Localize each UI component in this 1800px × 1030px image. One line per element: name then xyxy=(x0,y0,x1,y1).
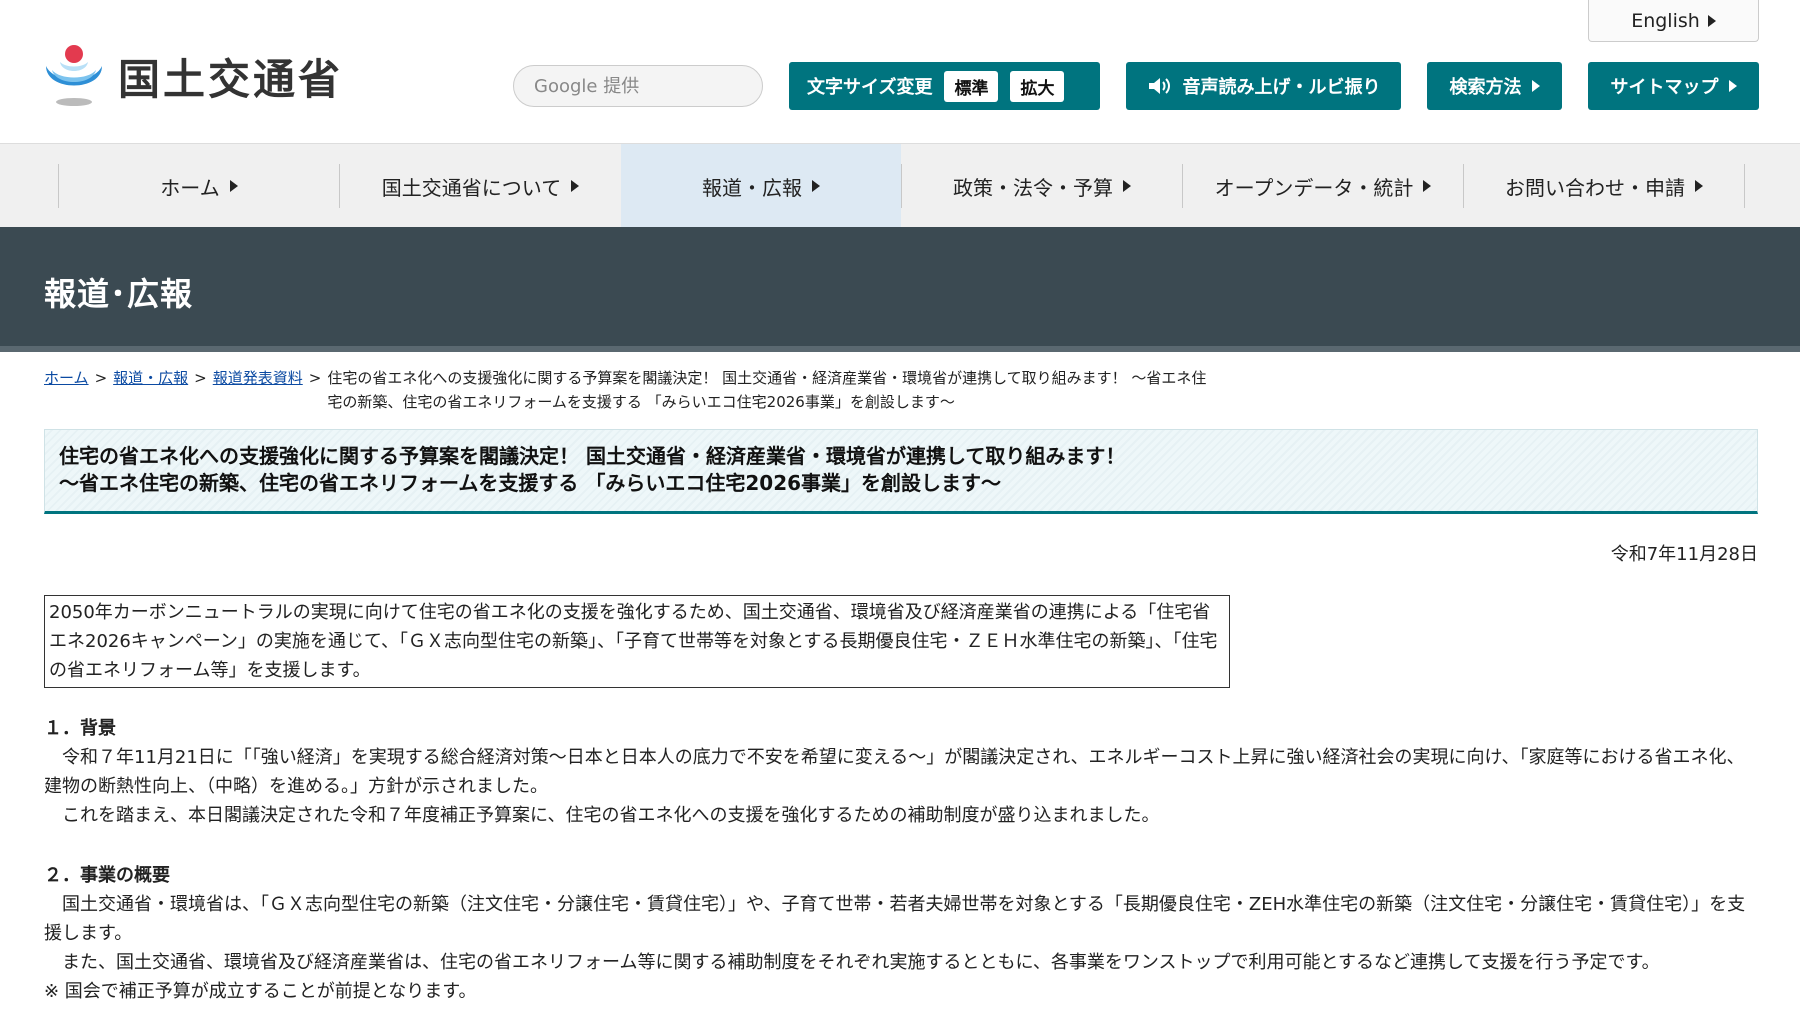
publish-date: 令和7年11月28日 xyxy=(1610,544,1758,565)
breadcrumb-separator: > xyxy=(194,369,207,387)
search-howto-label: 検索方法 xyxy=(1449,77,1522,98)
lead-summary: 2050年カーボンニュートラルの実現に向けて住宅の省エネ化の支援を強化するため、… xyxy=(44,595,1230,688)
speaker-icon xyxy=(1148,78,1170,94)
search-input[interactable] xyxy=(534,75,759,97)
nav-divider xyxy=(1744,164,1745,208)
nav-item-label: お問い合わせ・申請 xyxy=(1505,175,1685,200)
global-nav: ホーム 国土交通省について 報道・広報 政策・法令・予算 オープンデータ・統計 … xyxy=(0,143,1800,228)
font-size-label: 文字サイズ変更 xyxy=(807,77,933,98)
arrow-right-icon xyxy=(1695,180,1703,192)
mlit-logo[interactable]: 国土交通省 xyxy=(42,40,343,112)
arrow-right-icon xyxy=(1123,180,1131,192)
nav-item-label: 報道・広報 xyxy=(702,175,802,200)
nav-item-contact[interactable]: お問い合わせ・申請 xyxy=(1464,144,1744,228)
breadcrumb-home-link[interactable]: ホーム xyxy=(44,369,89,387)
article-subtitle: ～省エネ住宅の新築、住宅の省エネリフォームを支援する 「みらいエコ住宅2026事… xyxy=(59,471,1002,495)
section-heading: １．背景 xyxy=(44,718,116,739)
breadcrumb: ホーム > 報道・広報 > 報道発表資料 > 住宅の省エネ化への支援強化に関する予算案を閣議… xyxy=(44,366,1744,414)
speech-label: 音声読み上げ・ルビ振り xyxy=(1182,77,1381,98)
speech-ruby-button[interactable]: 音声読み上げ・ルビ振り xyxy=(1126,62,1401,110)
breadcrumb-separator: > xyxy=(308,369,322,387)
arrow-right-icon xyxy=(812,180,820,192)
site-header: 国土交通省 English 文字サイズ変更 標準 拡大 音声読み上げ・ルビ振り … xyxy=(0,0,1800,143)
breadcrumb-press-link[interactable]: 報道・広報 xyxy=(113,369,188,387)
paragraph: 国土交通省・環境省は、「ＧＸ志向型住宅の新築（注文住宅・分譲住宅・賃貸住宅）」や… xyxy=(44,894,1746,944)
font-size-control: 文字サイズ変更 標準 拡大 xyxy=(789,62,1100,110)
nav-item-press[interactable]: 報道・広報 xyxy=(621,144,901,228)
arrow-right-icon xyxy=(1728,80,1737,92)
article-title: 住宅の省エネ化への支援強化に関する予算案を閣議決定！ 国土交通省・経済産業省・環… xyxy=(59,444,1126,468)
section-background: １．背景 令和７年11月21日に「「強い経済」を実現する総合経済対策～日本と日本… xyxy=(44,714,1760,830)
nav-item-label: 政策・法令・予算 xyxy=(953,175,1113,200)
nav-item-label: ホーム xyxy=(160,175,220,200)
section-title: 報道･広報 xyxy=(44,275,194,313)
english-label: English xyxy=(1631,9,1700,32)
sitemap-label: サイトマップ xyxy=(1610,77,1719,98)
nav-item-home[interactable]: ホーム xyxy=(59,144,339,228)
nav-item-label: 国土交通省について xyxy=(381,175,562,200)
arrow-right-icon xyxy=(1423,180,1432,192)
breadcrumb-materials-link[interactable]: 報道発表資料 xyxy=(213,369,303,387)
nav-item-about[interactable]: 国土交通省について xyxy=(340,144,621,228)
breadcrumb-separator: > xyxy=(94,369,108,387)
paragraph: これを踏まえ、本日閣議決定された令和７年度補正予算案に、住宅の省エネ化への支援を… xyxy=(62,805,1160,826)
section-overview: ２．事業の概要 国土交通省・環境省は、「ＧＸ志向型住宅の新築（注文住宅・分譲住宅… xyxy=(44,861,1760,1006)
search-howto-button[interactable]: 検索方法 xyxy=(1427,62,1562,110)
note: ※ 国会で補正予算が成立することが前提となります。 xyxy=(44,981,477,1002)
font-size-large-button[interactable]: 拡大 xyxy=(1010,70,1065,102)
english-button[interactable]: English xyxy=(1588,0,1759,42)
logo-emblem-icon xyxy=(46,45,102,106)
arrow-right-icon xyxy=(1531,80,1540,92)
arrow-right-icon xyxy=(229,180,238,192)
paragraph: 令和７年11月21日に「「強い経済」を実現する総合経済対策～日本と日本人の底力で… xyxy=(44,747,1745,797)
section-heading: ２．事業の概要 xyxy=(44,865,170,886)
arrow-right-icon xyxy=(571,180,580,192)
paragraph: また、国土交通省、環境省及び経済産業省は、住宅の省エネリフォーム等に関する補助制… xyxy=(62,952,1660,973)
sitemap-button[interactable]: サイトマップ xyxy=(1588,62,1759,110)
nav-item-opendata[interactable]: オープンデータ・統計 xyxy=(1183,144,1463,228)
site-search xyxy=(513,65,763,107)
nav-item-label: オープンデータ・統計 xyxy=(1214,175,1414,200)
section-banner: 報道･広報 xyxy=(0,227,1800,352)
font-size-standard-button[interactable]: 標準 xyxy=(944,70,999,102)
nav-item-policy[interactable]: 政策・法令・予算 xyxy=(902,144,1182,228)
article-title-box: 住宅の省エネ化への支援強化に関する予算案を閣議決定！ 国土交通省・経済産業省・環… xyxy=(44,429,1758,514)
logo-text: 国土交通省 xyxy=(118,54,344,104)
breadcrumb-current: 住宅の省エネ化への支援強化に関する予算案を閣議決定！ 国土交通省・経済産業省・環… xyxy=(327,369,1207,411)
arrow-right-icon xyxy=(1707,14,1716,27)
